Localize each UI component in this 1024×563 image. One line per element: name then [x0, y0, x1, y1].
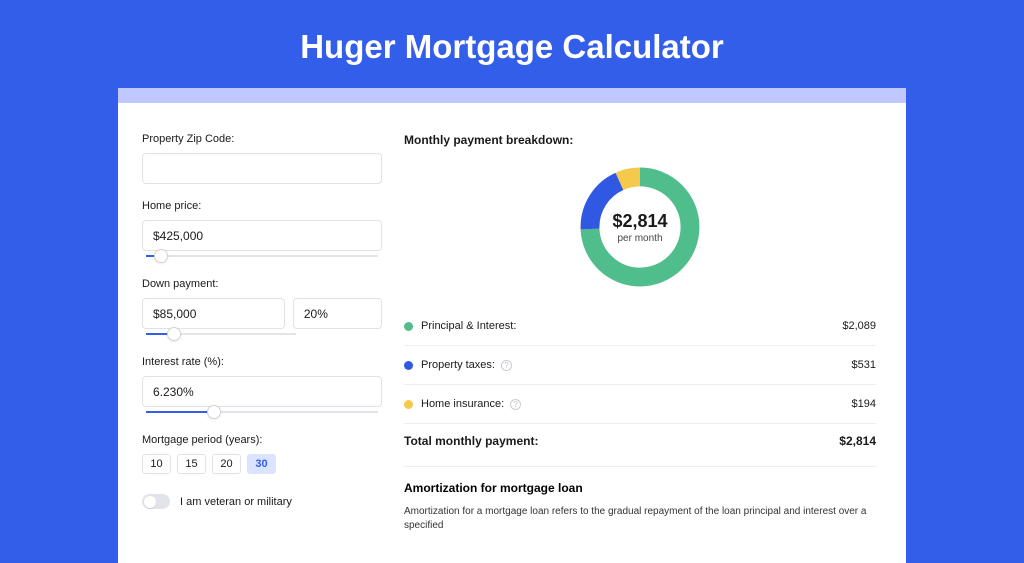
mortgage-period-label: Mortgage period (years): — [142, 434, 382, 446]
slider-thumb[interactable] — [154, 249, 168, 263]
divider — [404, 384, 876, 385]
zip-field: Property Zip Code: — [142, 133, 382, 184]
legend-label: Property taxes: ? — [421, 359, 852, 371]
down-payment-label: Down payment: — [142, 278, 382, 290]
divider — [404, 466, 876, 467]
home-price-input[interactable] — [142, 220, 382, 251]
total-row: Total monthly payment: $2,814 — [404, 428, 876, 462]
total-label: Total monthly payment: — [404, 434, 839, 448]
legend-label: Home insurance: ? — [421, 398, 852, 410]
calculator-card: Property Zip Code: Home price: Down paym… — [118, 103, 906, 563]
breakdown-title: Monthly payment breakdown: — [404, 133, 876, 147]
donut-center: $2,814 per month — [574, 161, 706, 293]
amortization-body: Amortization for a mortgage loan refers … — [404, 505, 876, 533]
interest-rate-slider[interactable] — [142, 406, 382, 418]
donut-chart-wrap: $2,814 per month — [404, 161, 876, 293]
down-payment-field: Down payment: — [142, 278, 382, 340]
interest-rate-input[interactable] — [142, 376, 382, 407]
breakdown-legend: Principal & Interest:$2,089 Property taxe… — [404, 311, 876, 419]
legend-label: Principal & Interest: — [421, 320, 842, 332]
interest-rate-label: Interest rate (%): — [142, 356, 382, 368]
info-icon[interactable]: ? — [501, 360, 512, 371]
donut-sub: per month — [617, 233, 662, 244]
toggle-knob — [144, 496, 156, 508]
legend-row: Home insurance: ?$194 — [404, 389, 876, 419]
veteran-toggle-row: I am veteran or military — [142, 494, 382, 509]
legend-value: $2,089 — [842, 320, 876, 332]
mortgage-period-options: 10 15 20 30 — [142, 454, 382, 474]
zip-label: Property Zip Code: — [142, 133, 382, 145]
donut-amount: $2,814 — [612, 211, 667, 232]
inputs-column: Property Zip Code: Home price: Down paym… — [142, 133, 382, 533]
page-title: Huger Mortgage Calculator — [0, 0, 1024, 88]
breakdown-column: Monthly payment breakdown: $2,814 per mo… — [404, 133, 876, 533]
legend-dot — [404, 361, 413, 370]
legend-value: $531 — [852, 359, 876, 371]
calculator-frame: Property Zip Code: Home price: Down paym… — [118, 88, 906, 563]
period-option-20[interactable]: 20 — [212, 454, 241, 474]
veteran-label: I am veteran or military — [180, 496, 292, 508]
home-price-field: Home price: — [142, 200, 382, 262]
donut-chart: $2,814 per month — [574, 161, 706, 293]
legend-dot — [404, 322, 413, 331]
home-price-label: Home price: — [142, 200, 382, 212]
down-payment-amount-input[interactable] — [142, 298, 285, 329]
period-option-30[interactable]: 30 — [247, 454, 276, 474]
zip-input[interactable] — [142, 153, 382, 184]
legend-value: $194 — [852, 398, 876, 410]
period-option-15[interactable]: 15 — [177, 454, 206, 474]
slider-thumb[interactable] — [207, 405, 221, 419]
slider-thumb[interactable] — [167, 327, 181, 341]
period-option-10[interactable]: 10 — [142, 454, 171, 474]
total-value: $2,814 — [839, 434, 876, 448]
down-payment-slider[interactable] — [142, 328, 300, 340]
divider — [404, 345, 876, 346]
home-price-slider[interactable] — [142, 250, 382, 262]
amortization-title: Amortization for mortgage loan — [404, 481, 876, 495]
legend-dot — [404, 400, 413, 409]
veteran-toggle[interactable] — [142, 494, 170, 509]
divider — [404, 423, 876, 424]
down-payment-pct-input[interactable] — [293, 298, 382, 329]
info-icon[interactable]: ? — [510, 399, 521, 410]
legend-row: Principal & Interest:$2,089 — [404, 311, 876, 341]
legend-row: Property taxes: ?$531 — [404, 350, 876, 380]
interest-rate-field: Interest rate (%): — [142, 356, 382, 418]
mortgage-period-field: Mortgage period (years): 10 15 20 30 — [142, 434, 382, 474]
